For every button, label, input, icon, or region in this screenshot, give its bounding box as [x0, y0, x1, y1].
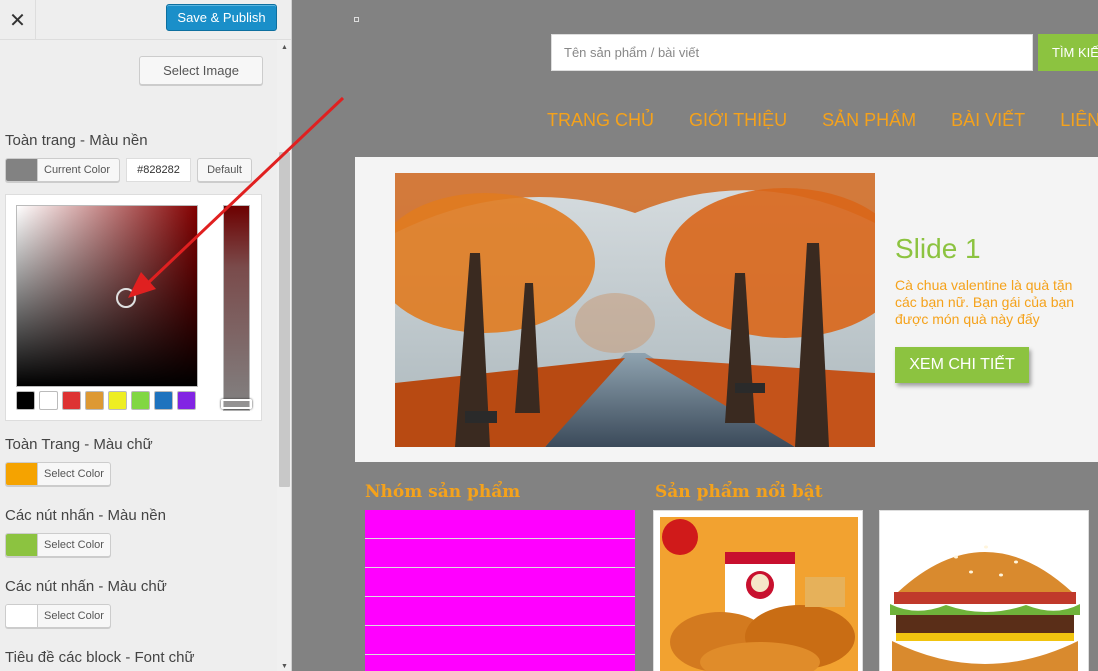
category-item[interactable]	[365, 568, 635, 597]
site-preview: Tên sản phẩm / bài viết TÌM KIẾ TRANG CH…	[293, 0, 1098, 671]
palette-swatch-yellow[interactable]	[108, 391, 127, 410]
product-card[interactable]	[653, 510, 863, 671]
color-swatch	[6, 463, 38, 485]
select-color-button-text[interactable]: Select Color	[5, 462, 111, 486]
product-image-burger	[886, 517, 1084, 671]
picker-handle[interactable]	[116, 288, 136, 308]
section-label-text-color: Toàn Trang - Màu chữ	[5, 436, 153, 453]
slide-desc-line: các bạn nữ. Bạn gái của bạn	[895, 294, 1075, 310]
category-item[interactable]	[365, 626, 635, 655]
select-color-label: Select Color	[44, 539, 104, 551]
nav-item-about[interactable]: GIỚI THIỆU	[689, 110, 787, 131]
palette-swatch-orange[interactable]	[85, 391, 104, 410]
main-nav: TRANG CHỦ GIỚI THIỆU SẢN PHẨM BÀI VIẾT L…	[547, 110, 1098, 131]
product-group-title: Nhóm sản phẩm	[365, 482, 521, 502]
scroll-down-icon[interactable]: ▼	[277, 663, 291, 671]
category-item[interactable]	[365, 539, 635, 568]
select-color-button-btntext[interactable]: Select Color	[5, 604, 111, 628]
color-swatch	[6, 159, 38, 181]
color-swatch	[6, 605, 38, 627]
palette-swatch-white[interactable]	[39, 391, 58, 410]
close-icon[interactable]: ✕	[0, 0, 36, 40]
current-color-label: Current Color	[44, 164, 111, 176]
palette-swatch-purple[interactable]	[177, 391, 196, 410]
slide-description: Cà chua valentine là quà tặn các bạn nữ.…	[895, 277, 1098, 328]
palette-swatch-black[interactable]	[16, 391, 35, 410]
scrollbar-thumb[interactable]	[279, 152, 290, 487]
palette-swatch-blue[interactable]	[154, 391, 173, 410]
scroll-up-icon[interactable]: ▲	[277, 44, 291, 52]
select-image-button[interactable]: Select Image	[139, 56, 263, 85]
section-label-button-bg: Các nút nhấn - Màu nền	[5, 507, 166, 524]
nav-item-posts[interactable]: BÀI VIẾT	[951, 110, 1025, 131]
nav-item-contact[interactable]: LIÊN	[1060, 110, 1098, 131]
hue-slider-handle[interactable]	[221, 399, 252, 409]
select-color-label: Select Color	[44, 610, 104, 622]
search-button[interactable]: TÌM KIẾ	[1038, 34, 1098, 71]
select-color-button-btnbg[interactable]: Select Color	[5, 533, 111, 557]
palette-swatch-red[interactable]	[62, 391, 81, 410]
product-image-fried-chicken	[660, 517, 858, 671]
current-color-button[interactable]: Current Color	[5, 158, 120, 182]
section-label-button-text: Các nút nhấn - Màu chữ	[5, 578, 167, 595]
category-item[interactable]	[365, 510, 635, 539]
hue-slider[interactable]	[221, 205, 252, 411]
featured-products-title: Sản phẩm nổi bật	[655, 482, 823, 502]
save-publish-button[interactable]: Save & Publish	[166, 4, 277, 31]
category-list	[365, 510, 635, 671]
category-item[interactable]	[365, 597, 635, 626]
view-detail-button[interactable]: XEM CHI TIẾT	[895, 347, 1029, 383]
slide-title: Slide 1	[895, 233, 981, 264]
palette-swatch-green[interactable]	[131, 391, 150, 410]
product-card[interactable]	[879, 510, 1089, 671]
section-label-page-bg: Toàn trang - Màu nền	[5, 132, 148, 149]
color-swatch	[6, 534, 38, 556]
slide-image	[395, 173, 875, 447]
customizer-sidebar: ✕ Save & Publish ▲ ▼ Select Image Toàn t…	[0, 0, 292, 671]
default-color-button[interactable]: Default	[197, 158, 252, 182]
slide-desc-line: Cà chua valentine là quà tặn	[895, 277, 1073, 293]
saturation-value-square[interactable]	[16, 205, 198, 387]
category-item[interactable]	[365, 655, 635, 671]
color-picker	[5, 194, 262, 421]
hex-color-input[interactable]: #828282	[126, 158, 191, 182]
logo-placeholder	[354, 17, 359, 22]
hero-slider: Slide 1 Cà chua valentine là quà tặn các…	[355, 157, 1098, 462]
nav-item-home[interactable]: TRANG CHỦ	[547, 110, 654, 131]
color-palette	[16, 391, 196, 410]
nav-item-products[interactable]: SẢN PHẨM	[822, 110, 916, 131]
sidebar-header: ✕ Save & Publish	[0, 0, 291, 40]
slide-desc-line: được món quà này đấy	[895, 311, 1040, 327]
search-input[interactable]: Tên sản phẩm / bài viết	[551, 34, 1033, 71]
select-color-label: Select Color	[44, 468, 104, 480]
section-label-block-font: Tiêu đề các block - Font chữ	[5, 649, 195, 666]
sidebar-scrollbar[interactable]: ▲ ▼	[277, 40, 291, 671]
